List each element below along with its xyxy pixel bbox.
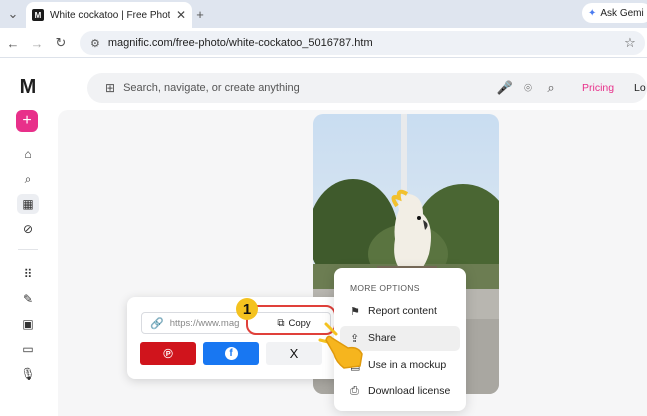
brush-icon[interactable]: ✎ <box>17 289 39 309</box>
step-badge: 1 <box>236 298 258 320</box>
favicon: M <box>32 9 44 21</box>
license-icon: ⎙ <box>350 384 359 397</box>
facebook-icon: f <box>224 347 238 360</box>
link-icon: 🔗 <box>150 317 164 330</box>
pricing-link[interactable]: Pricing <box>582 82 614 94</box>
tab-title: White cockatoo | Free Photo <box>50 9 170 21</box>
login-link[interactable]: Lo <box>634 82 646 94</box>
menu-item-label: Use in a mockup <box>368 359 447 371</box>
reload-icon[interactable]: ↻ <box>52 34 70 52</box>
site-info-icon[interactable]: ⚙ <box>90 37 100 50</box>
share-url-text: https://www.mag <box>169 317 240 329</box>
ask-gemini-label: Ask Gemi <box>600 7 644 19</box>
search-submit-icon[interactable]: ⌕ <box>542 79 560 97</box>
forward-icon[interactable]: → <box>28 34 46 52</box>
search-icon[interactable]: ⌕ <box>17 169 39 189</box>
site-search-bar[interactable]: ⊞ Search, navigate, or create anything <box>87 73 647 103</box>
x-share-button[interactable]: X <box>266 342 322 365</box>
voice-search-icon[interactable]: 🎤 <box>496 79 514 97</box>
bookmark-star-icon[interactable]: ☆ <box>621 34 639 52</box>
tab-search-chevron-icon[interactable]: ⌄ <box>4 5 22 23</box>
site-logo[interactable]: M <box>16 76 40 98</box>
grid-dots-icon[interactable]: ⠿ <box>17 264 39 284</box>
new-tab-icon[interactable]: + <box>191 5 209 23</box>
menu-item-label: Report content <box>368 305 437 317</box>
back-icon[interactable]: ← <box>4 34 22 52</box>
ask-gemini-button[interactable]: ✦ Ask Gemi <box>582 3 647 23</box>
pinterest-icon: ℗ <box>163 346 173 361</box>
explore-icon[interactable]: ⊘ <box>17 219 39 239</box>
menu-item-label: Download license <box>368 385 451 397</box>
facebook-share-button[interactable]: f <box>203 342 259 365</box>
url-text: magnific.com/free-photo/white-cockatoo_5… <box>107 37 373 49</box>
apps-grid-icon[interactable]: ▦ <box>17 194 39 214</box>
home-icon[interactable]: ⌂ <box>17 144 39 164</box>
camera-search-icon[interactable]: ⌾ <box>519 79 537 97</box>
tab-active[interactable]: M White cockatoo | Free Photo ✕ <box>26 2 192 28</box>
menu-header: MORE OPTIONS <box>350 283 420 293</box>
flag-icon: ⚑ <box>350 305 360 318</box>
image-icon[interactable]: ▣ <box>17 314 39 334</box>
close-tab-icon[interactable]: ✕ <box>176 8 186 22</box>
address-bar[interactable]: ⚙ magnific.com/free-photo/white-cockatoo… <box>80 31 645 55</box>
video-icon[interactable]: ▭ <box>17 339 39 359</box>
apps-icon: ⊞ <box>105 81 116 95</box>
rail-divider <box>18 249 38 250</box>
microphone-icon[interactable]: 🎙 <box>17 364 39 384</box>
menu-item-label: Share <box>368 332 397 344</box>
search-placeholder: Search, navigate, or create anything <box>123 82 300 94</box>
menu-item-download-license[interactable]: ⎙ Download license <box>334 378 466 404</box>
create-button[interactable]: + <box>16 110 38 132</box>
pointing-hand-cursor-icon <box>318 318 368 370</box>
gemini-icon: ✦ <box>588 7 597 19</box>
pinterest-share-button[interactable]: ℗ <box>140 342 196 365</box>
x-icon: X <box>289 346 299 361</box>
